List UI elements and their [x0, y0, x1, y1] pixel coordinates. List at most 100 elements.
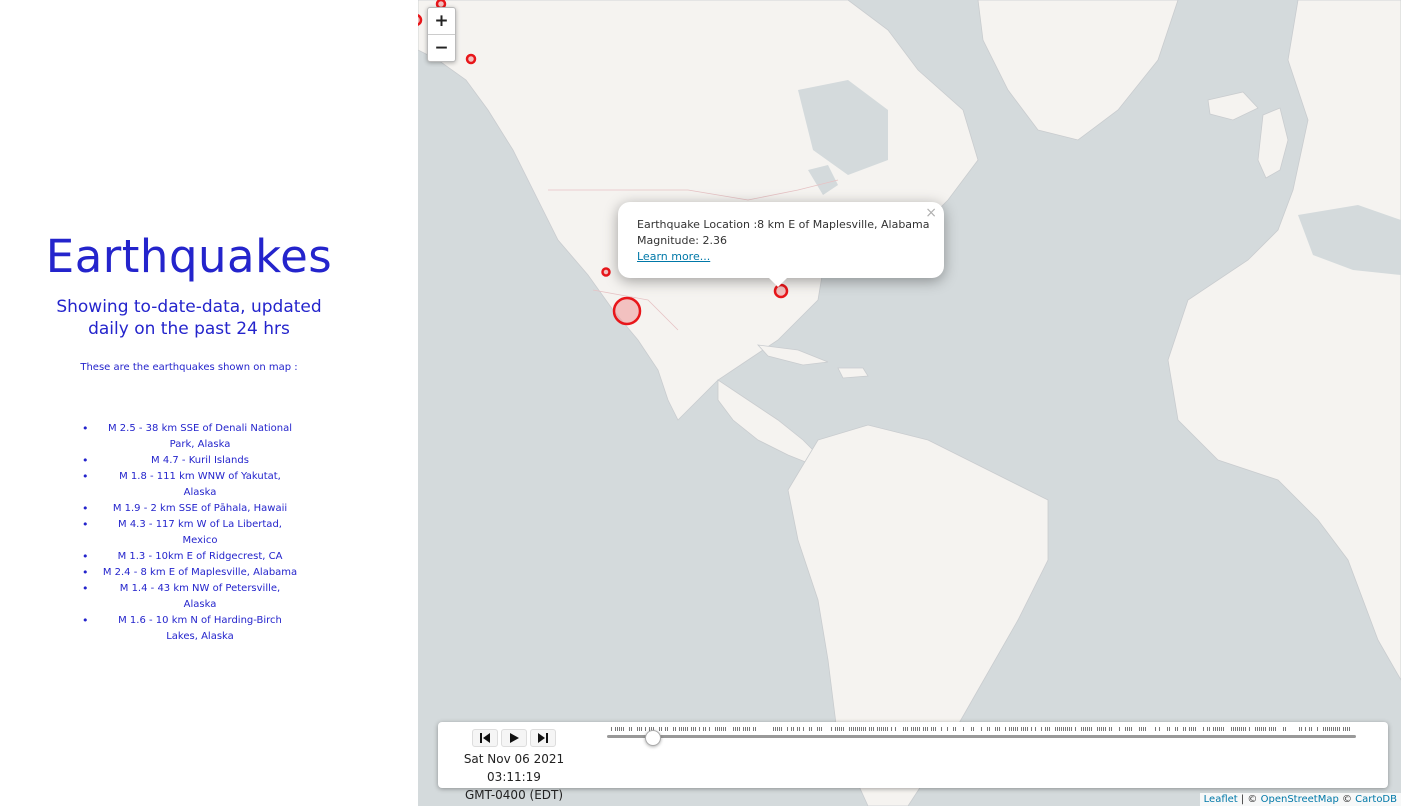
timeline-tick: [1031, 727, 1032, 731]
timeline-tick: [719, 727, 720, 731]
play-icon: [510, 733, 519, 743]
timeline-tick: [637, 727, 638, 731]
timeline-tick: [1055, 727, 1056, 731]
timeline-tick: [1169, 727, 1170, 731]
timeline-tick: [737, 727, 738, 731]
timeline-tick: [1219, 727, 1220, 731]
timeline-tick: [1249, 727, 1250, 731]
timeline-tick: [1063, 727, 1064, 731]
skip-back-button[interactable]: [472, 729, 498, 747]
timeline-tick: [693, 727, 694, 731]
timeline-tick: [907, 727, 908, 731]
learn-more-link[interactable]: Learn more...: [637, 250, 710, 263]
timeline-tick: [1071, 727, 1072, 731]
timeline-tick: [947, 727, 948, 731]
timeline-tick: [1085, 727, 1086, 731]
earthquake-popup: × Earthquake Location :8 km E of Maplesv…: [618, 202, 944, 287]
timeline-tick: [831, 727, 832, 731]
openstreetmap-link[interactable]: OpenStreetMap: [1261, 794, 1339, 805]
skip-forward-button[interactable]: [530, 729, 556, 747]
timeline-tick: [1273, 727, 1274, 731]
timeline-tick: [1021, 727, 1022, 731]
timeline-tick: [1049, 727, 1050, 731]
timeline-tick: [1301, 727, 1302, 731]
timeline-tick: [1023, 727, 1024, 731]
timeline-tick: [629, 727, 630, 731]
popup-content: Earthquake Location :8 km E of Maplesvil…: [637, 217, 930, 265]
timeline-tick: [917, 727, 918, 731]
play-button[interactable]: [501, 729, 527, 747]
map-basemap[interactable]: [418, 0, 1401, 806]
popup-tip: [768, 277, 788, 287]
timeline-tick: [919, 727, 920, 731]
timeline-date-line1: Sat Nov 06 2021 03:11:19: [463, 752, 565, 784]
timeline-tick: [703, 727, 704, 731]
timeline-tick: [863, 727, 864, 731]
skip-forward-icon: [538, 733, 548, 743]
timeline-tick: [1317, 727, 1318, 731]
cuba-island: [756, 344, 829, 366]
timeline-tick: [1017, 727, 1018, 731]
timeline-tick: [857, 727, 858, 731]
timeline-tick: [931, 727, 932, 731]
timeline-tick: [1207, 727, 1208, 731]
timeline-tick: [661, 727, 662, 731]
list-intro: These are the earthquakes shown on map :: [80, 362, 298, 373]
timeline-tick: [911, 727, 912, 731]
list-item: M 2.5 - 38 km SSE of Denali National Par…: [72, 421, 312, 453]
timeline-tick: [1241, 727, 1242, 731]
timeline-tick: [673, 727, 674, 731]
timeline-tick: [1155, 727, 1156, 731]
timeline-tick: [1103, 727, 1104, 731]
greenland-landmass: [977, 0, 1179, 141]
map[interactable]: + − × Earthquake Location :8 km E of Map…: [418, 0, 1401, 806]
cartodb-link[interactable]: CartoDB: [1355, 794, 1397, 805]
timeline-tick: [641, 727, 642, 731]
timeline-tick: [739, 727, 740, 731]
timeline-tick: [1057, 727, 1058, 731]
timeline-tick: [1061, 727, 1062, 731]
zoom-out-button[interactable]: −: [428, 34, 455, 61]
timeline-tick: [799, 727, 800, 731]
timeline-tick: [1213, 727, 1214, 731]
timeline-tick: [841, 727, 842, 731]
hispaniola-island: [837, 367, 869, 379]
timeline-tick: [743, 727, 744, 731]
list-item: M 4.3 - 117 km W of La Libertad, Mexico: [72, 517, 312, 549]
timeline-tick: [903, 727, 904, 731]
timeline-tick: [1065, 727, 1066, 731]
timeline-tick: [1265, 727, 1266, 731]
timeline-tick: [679, 727, 680, 731]
timeline-tick: [871, 727, 872, 731]
zoom-in-button[interactable]: +: [428, 8, 455, 34]
timeline-tick: [1067, 727, 1068, 731]
leaflet-link[interactable]: Leaflet: [1204, 794, 1238, 805]
timeline-tick: [1091, 727, 1092, 731]
timeline-tick: [1139, 727, 1140, 731]
timeline-tick: [1005, 727, 1006, 731]
timeline-tick: [811, 727, 812, 731]
timeline-tick: [715, 727, 716, 731]
timeline-tick: [1239, 727, 1240, 731]
timeline-tick: [1311, 727, 1312, 731]
timeline-tick: [611, 727, 612, 731]
timeline-tick: [615, 727, 616, 731]
timeline-tick: [1101, 727, 1102, 731]
timeline-slider-thumb[interactable]: [644, 730, 661, 746]
timeline-tick: [667, 727, 668, 731]
timeline-tick: [665, 727, 666, 731]
popup-location: Earthquake Location :8 km E of Maplesvil…: [637, 218, 930, 231]
timeline-tick: [781, 727, 782, 731]
timeline-tick: [1271, 727, 1272, 731]
timeline-tick: [861, 727, 862, 731]
timeline-slider-track[interactable]: [607, 735, 1356, 738]
timeline-tick: [987, 727, 988, 731]
timeline-tick: [819, 727, 820, 731]
timeline-tick: [791, 727, 792, 731]
timeline-date: Sat Nov 06 2021 03:11:19 GMT-0400 (EDT): [438, 750, 590, 804]
timeline-tick: [699, 727, 700, 731]
timeline-tick: [735, 727, 736, 731]
timeline-tick: [887, 727, 888, 731]
sidebar: Earthquakes Showing to-date-data, update…: [0, 0, 418, 806]
timeline-tick: [913, 727, 914, 731]
